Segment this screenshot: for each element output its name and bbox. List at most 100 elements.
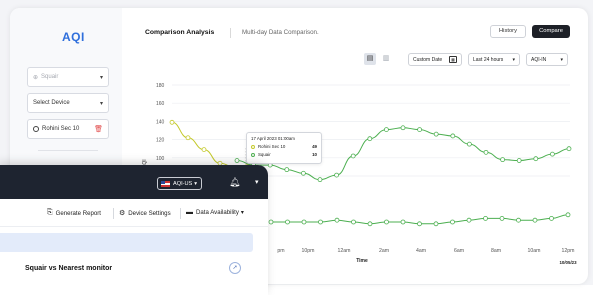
squair-low-data-point [351,219,356,225]
device-chip-label: Rohini Sec 10 [42,126,80,132]
data-availability-label: Data Availability [196,209,239,216]
chart-tooltip: 17 April 2023 01:00am Rohini Sec 10 49 S… [246,132,322,164]
tooltip-series-value: 49 [312,144,317,149]
squair-low-data-point [268,219,274,225]
app-logo: AQI [62,30,85,44]
generate-report-label: Generate Report [55,209,102,217]
squair-data-point [433,131,439,137]
squair-low-data-point [384,219,389,225]
us-flag-icon [161,180,170,187]
x-tick-label: 12am [338,248,351,254]
squair-low-data-point [433,221,439,227]
x-axis-label: Time [356,258,368,264]
generate-report-button[interactable]: ⎘ Generate Report [47,209,101,217]
squair-low-data-point [499,215,505,221]
squair-data-point [466,141,472,147]
chevron-down-icon: ▾ [99,100,103,107]
action-divider [180,208,181,219]
squair-data-point [566,146,572,152]
date-label: 10/05/23 [559,260,577,265]
series-dot-icon [251,144,255,149]
tooltip-timestamp: 17 April 2023 01:00am [251,136,295,141]
tooltip-series-value: 10 [312,152,317,157]
squair-low-data-point [549,215,554,221]
squair-data-point [516,158,522,163]
device-settings-button[interactable]: ⚙ Device Settings [119,209,171,218]
top-navbar: AQI-US ▾ 🔔︎ ▾ [0,165,268,199]
database-icon: ▬ [186,209,193,216]
tooltip-row: Rohini Sec 10 49 [251,144,317,149]
sidebar-divider [38,150,98,151]
data-availability-button[interactable]: ▬ Data Availability ▾ [186,209,244,216]
rohini-data-point [169,119,175,125]
aqi-standard-label: AQI-US [173,180,193,187]
y-tick-label: 140 [156,119,165,125]
squair-low-data-point [334,217,340,223]
squair-data-point [483,149,489,155]
chevron-down-icon: ▾ [194,180,198,187]
y-tick-label: 120 [156,138,165,144]
squair-low-data-point [532,217,538,223]
report-icon: ⎘ [47,209,53,216]
x-tick-label: 12pm [562,248,575,254]
rohini-data-point [201,147,207,153]
tooltip-row: Squair 10 [251,152,317,157]
device-detail-window: AQI-US ▾ 🔔︎ ▾ ⎘ Generate Report ⚙ Device… [0,165,268,295]
squair-low-data-point [318,219,323,225]
x-tick-label: 8am [491,248,501,254]
squair-low-data-point [400,219,406,225]
squair-data-point [350,153,356,159]
squair-low-data-point [565,212,571,218]
tooltip-series-name: Rohini Sec 10 [258,144,286,149]
device-settings-label: Device Settings [128,209,171,217]
device-select[interactable]: Select Device ▾ [27,93,109,113]
pin-icon: ⊕ [33,74,39,81]
squair-data-point [234,158,240,163]
tooltip-series-name: Squair [258,152,271,157]
y-tick-label: 160 [156,101,165,107]
y-tick-label: 180 [156,83,165,89]
squair-data-point [400,125,406,131]
action-bar: ⎘ Generate Report ⚙ Device Settings ▬ Da… [0,199,268,227]
squair-low-data-point [450,219,455,225]
squair-data-point [500,157,506,163]
device-select-label: Select Device [33,100,70,106]
x-tick-label: 2am [379,248,389,254]
squair-data-point [533,156,539,162]
location-select[interactable]: ⊕ Squair ▾ [27,67,109,87]
action-divider [113,208,114,219]
gear-icon: ⚙ [119,210,126,217]
rocket-icon[interactable]: ➚ [229,262,241,274]
squair-data-point [300,170,306,176]
chevron-down-icon: ▾ [99,74,103,81]
squair-data-point [367,136,373,142]
bell-icon[interactable]: 🔔︎ [229,177,240,188]
squair-low-data-point [301,219,307,225]
squair-data-point [383,127,389,132]
rohini-data-point [185,135,191,141]
x-tick-label: 4am [416,248,426,254]
device-chip[interactable]: Rohini Sec 10 🗑 [27,119,109,139]
squair-data-point [549,151,555,157]
aqi-standard-select[interactable]: AQI-US ▾ [157,177,202,190]
location-select-label: Squair [41,74,59,80]
series-dot-icon [251,152,255,157]
x-tick-label: 10pm [302,248,315,254]
squair-low-data-point [417,221,422,227]
squair-data-point [334,172,340,178]
squair-low-data-point [285,219,290,225]
y-tick-label: 100 [156,156,165,162]
card-title: Squair vs Nearest monitor [25,265,113,272]
info-banner [0,233,253,252]
chevron-down-icon[interactable]: ▾ [255,178,259,186]
trash-icon[interactable]: 🗑 [94,125,103,133]
squair-low-data-point [516,217,521,223]
x-tick-label: 10am [528,248,541,254]
x-tick-label: pm [277,248,284,254]
chevron-down-icon: ▾ [240,209,244,216]
squair-data-point [284,167,290,173]
device-status-icon [33,126,39,132]
x-tick-label: 6am [454,248,464,254]
squair-low-data-point [466,217,472,223]
squair-low-data-point [483,215,488,221]
